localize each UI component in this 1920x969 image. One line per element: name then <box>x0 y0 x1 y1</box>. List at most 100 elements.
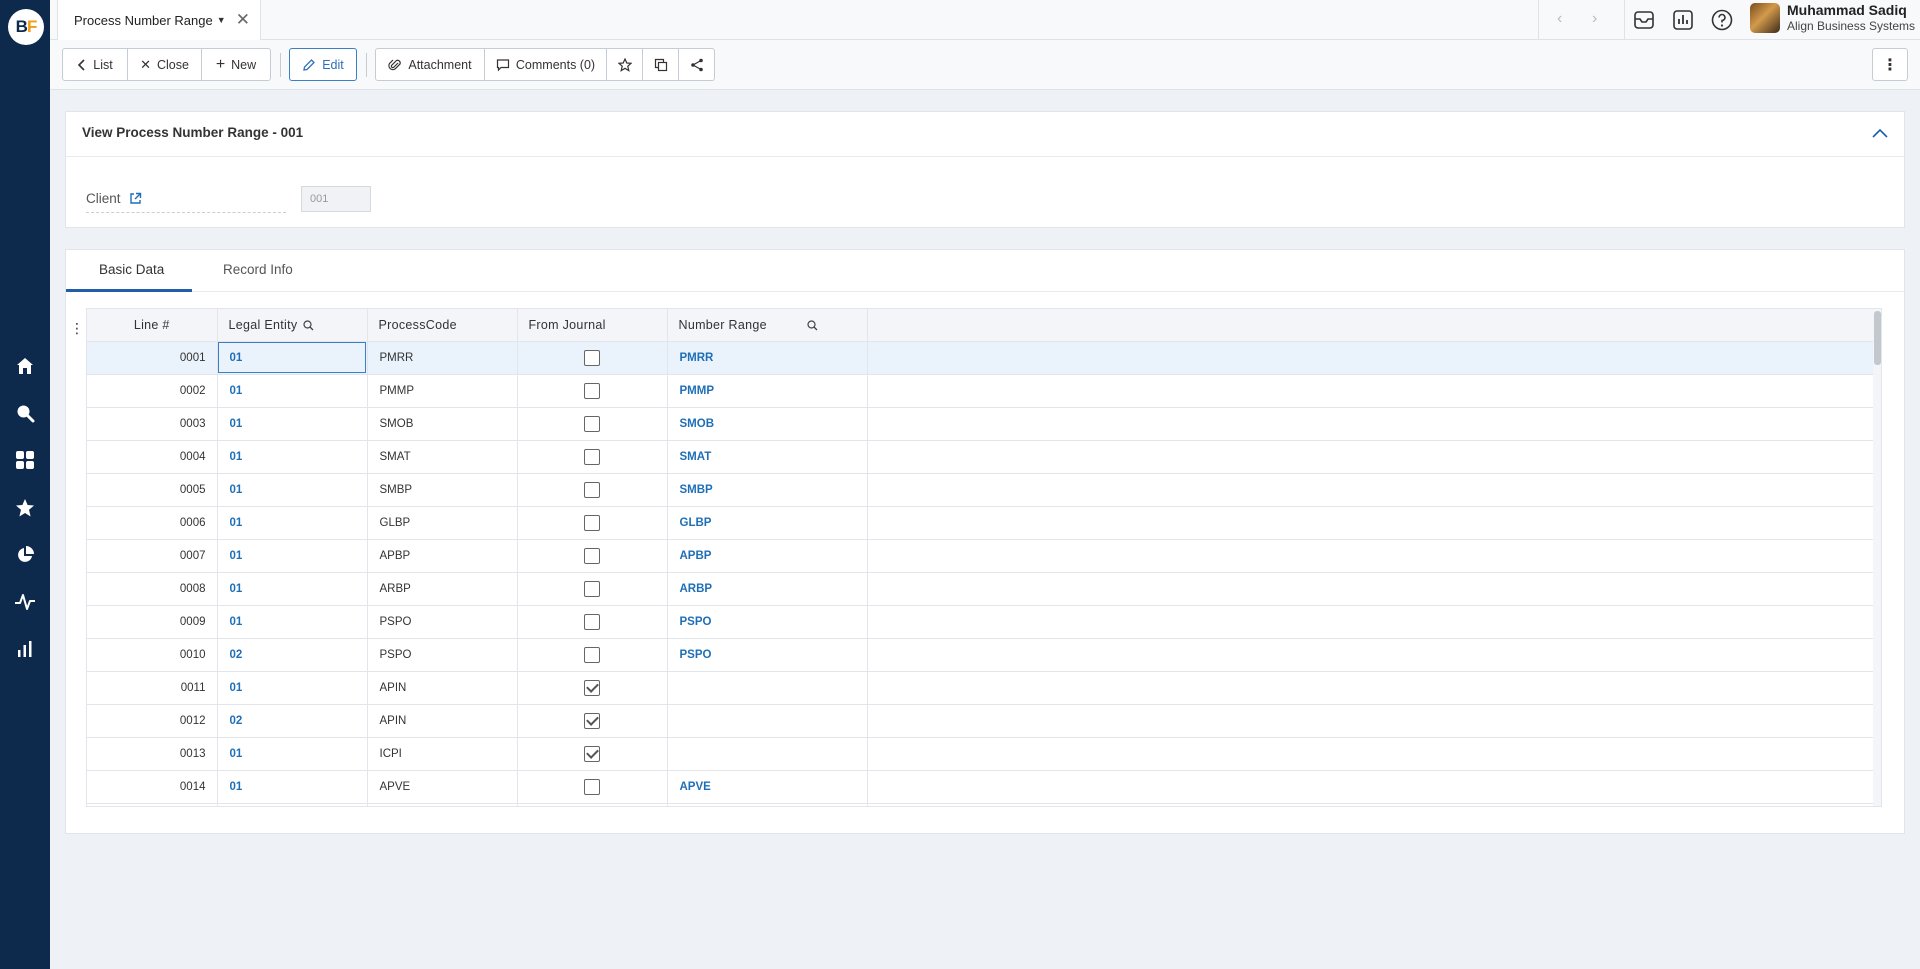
column-header-process-code[interactable]: ProcessCode <box>367 309 518 342</box>
cell-number-range[interactable]: PMMP <box>667 374 868 408</box>
scrollbar-thumb[interactable] <box>1874 311 1881 365</box>
cell-legal-entity[interactable]: 01 <box>217 473 368 507</box>
help-icon[interactable] <box>1710 8 1734 32</box>
cell-line[interactable]: 0005 <box>87 473 218 507</box>
cell-number-range[interactable]: PSPO <box>667 638 868 672</box>
avatar[interactable] <box>1750 3 1780 33</box>
table-row[interactable]: 0001 01 PMRR PMRR <box>87 341 1873 375</box>
cell-from-journal[interactable] <box>517 506 668 540</box>
from-journal-checkbox[interactable] <box>584 745 600 762</box>
external-link-icon[interactable] <box>129 192 142 205</box>
cell-line[interactable]: 0008 <box>87 572 218 606</box>
cell-line[interactable]: 0004 <box>87 440 218 474</box>
cell-number-range[interactable] <box>667 704 868 738</box>
cell-from-journal[interactable] <box>517 440 668 474</box>
previous-record-icon[interactable]: ‹ <box>1557 10 1562 28</box>
document-tab-title[interactable]: Process Number Range <box>74 13 213 28</box>
table-row[interactable]: 0008 01 ARBP ARBP <box>87 572 1873 606</box>
cell-from-journal[interactable] <box>517 770 668 804</box>
table-row[interactable]: 0003 01 SMOB SMOB <box>87 407 1873 441</box>
column-header-number-range[interactable]: Number Range <box>667 309 868 342</box>
from-journal-checkbox[interactable] <box>584 613 600 630</box>
client-field[interactable]: 001 <box>301 186 371 212</box>
cell-process-code[interactable] <box>367 803 518 806</box>
pie-chart-icon[interactable] <box>13 543 37 567</box>
cell-number-range[interactable]: APBP <box>667 539 868 573</box>
vertical-scrollbar[interactable] <box>1873 309 1881 806</box>
column-header-from-journal[interactable]: From Journal <box>517 309 668 342</box>
cell-legal-entity[interactable]: 01 <box>217 737 368 771</box>
from-journal-checkbox[interactable] <box>584 547 600 564</box>
cell-line[interactable]: 0002 <box>87 374 218 408</box>
table-row[interactable]: 0011 01 APIN <box>87 671 1873 705</box>
cell-process-code[interactable]: ICPI <box>367 737 518 771</box>
cell-legal-entity[interactable]: 01 <box>217 374 368 408</box>
from-journal-checkbox[interactable] <box>584 448 600 465</box>
cell-number-range[interactable]: GLBP <box>667 506 868 540</box>
from-journal-checkbox[interactable] <box>584 646 600 663</box>
activity-icon[interactable] <box>13 590 37 614</box>
cell-from-journal[interactable] <box>517 803 668 806</box>
cell-line[interactable]: 0015 <box>87 803 218 806</box>
apps-icon[interactable] <box>13 448 37 472</box>
new-button[interactable]: + New <box>201 48 271 81</box>
cell-from-journal[interactable] <box>517 605 668 639</box>
collapse-icon[interactable] <box>1870 123 1890 143</box>
table-row[interactable]: 0007 01 APBP APBP <box>87 539 1873 573</box>
cell-line[interactable]: 0006 <box>87 506 218 540</box>
cell-legal-entity[interactable]: 01 <box>217 572 368 606</box>
user-name[interactable]: Muhammad Sadiq <box>1787 2 1907 18</box>
cell-line[interactable]: 0010 <box>87 638 218 672</box>
close-tab-icon[interactable]: ✕ <box>236 11 250 28</box>
table-row[interactable]: 0009 01 PSPO PSPO <box>87 605 1873 639</box>
cell-from-journal[interactable] <box>517 671 668 705</box>
cell-number-range[interactable]: PMRR <box>667 341 868 375</box>
share-button[interactable] <box>678 48 715 81</box>
tab-basic-data[interactable]: Basic Data <box>99 262 164 277</box>
inbox-icon[interactable] <box>1632 8 1656 32</box>
search-icon[interactable] <box>13 401 37 425</box>
cell-line[interactable]: 0012 <box>87 704 218 738</box>
cell-from-journal[interactable] <box>517 407 668 441</box>
cell-legal-entity[interactable]: 01 <box>217 770 368 804</box>
cell-legal-entity[interactable]: 02 <box>217 704 368 738</box>
from-journal-checkbox[interactable] <box>584 349 600 366</box>
close-button[interactable]: ✕ Close <box>127 48 202 81</box>
cell-from-journal[interactable] <box>517 638 668 672</box>
from-journal-checkbox[interactable] <box>584 679 600 696</box>
cell-line[interactable]: 0007 <box>87 539 218 573</box>
cell-number-range[interactable]: PSPO <box>667 605 868 639</box>
cell-legal-entity[interactable]: 01 <box>217 341 368 375</box>
column-header-line[interactable]: Line # <box>87 309 218 342</box>
cell-number-range[interactable]: SMBP <box>667 473 868 507</box>
tab-record-info[interactable]: Record Info <box>223 262 293 277</box>
from-journal-checkbox[interactable] <box>584 514 600 531</box>
cell-from-journal[interactable] <box>517 572 668 606</box>
cell-legal-entity[interactable]: 01 <box>217 407 368 441</box>
cell-line[interactable]: 0003 <box>87 407 218 441</box>
edit-button[interactable]: Edit <box>289 48 357 81</box>
cell-process-code[interactable]: APIN <box>367 671 518 705</box>
cell-process-code[interactable]: GLBP <box>367 506 518 540</box>
star-icon[interactable] <box>13 496 37 520</box>
cell-number-range[interactable]: SMAT <box>667 440 868 474</box>
from-journal-checkbox[interactable] <box>584 382 600 399</box>
search-icon[interactable] <box>303 320 314 331</box>
cell-number-range[interactable] <box>667 803 868 806</box>
from-journal-checkbox[interactable] <box>584 778 600 795</box>
table-row[interactable]: 0012 02 APIN <box>87 704 1873 738</box>
cell-process-code[interactable]: PMRR <box>367 341 518 375</box>
cell-number-range[interactable] <box>667 671 868 705</box>
cell-line[interactable]: 0013 <box>87 737 218 771</box>
grid-menu-icon[interactable]: ⋮ <box>70 320 84 337</box>
from-journal-checkbox[interactable] <box>584 580 600 597</box>
favorite-button[interactable] <box>606 48 643 81</box>
cell-line[interactable]: 0009 <box>87 605 218 639</box>
cell-from-journal[interactable] <box>517 704 668 738</box>
table-row[interactable]: 001501 <box>87 803 1873 806</box>
from-journal-checkbox[interactable] <box>584 712 600 729</box>
list-button[interactable]: List <box>62 48 128 81</box>
cell-process-code[interactable]: PSPO <box>367 605 518 639</box>
cell-number-range[interactable]: ARBP <box>667 572 868 606</box>
cell-line[interactable]: 0014 <box>87 770 218 804</box>
